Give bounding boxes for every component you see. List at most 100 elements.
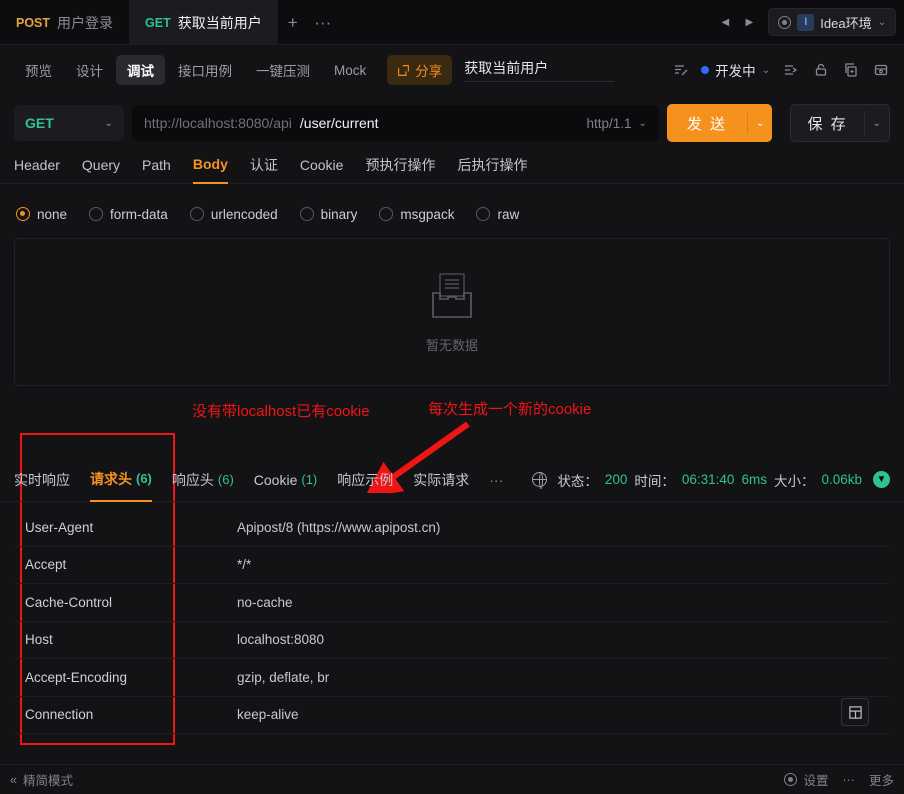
mode-tab-preview[interactable]: 预览 (14, 55, 63, 85)
mode-tab-stress[interactable]: 一键压测 (245, 55, 321, 85)
settings-button[interactable]: 设置 (784, 770, 828, 789)
url-path: /user/current (299, 115, 379, 131)
header-key: Cache-Control (25, 594, 113, 610)
apipost-window: POST 用户登录 GET 获取当前用户 + ··· ◀ ▶ I Idea环境 … (0, 0, 904, 794)
save-dropdown-caret-icon[interactable]: ⌄ (865, 118, 889, 129)
request-title[interactable]: 获取当前用户 (464, 58, 615, 82)
param-tab-body[interactable]: Body (192, 147, 228, 184)
send-button[interactable]: 发 送 ⌄ (666, 104, 773, 142)
send-dropdown-caret-icon[interactable]: ⌄ (748, 118, 772, 129)
param-tab-postscript[interactable]: 后执行操作 (457, 147, 527, 184)
share-button[interactable]: 分享 (387, 55, 453, 85)
radio-icon (16, 207, 30, 221)
response-tab-cookie-label: Cookie (253, 471, 298, 488)
response-meta: 状态： 200 时间： 06:31:40 6ms 大小： 0.06kb ▼ (531, 470, 890, 490)
http-method-value: GET (25, 115, 54, 131)
body-type-none[interactable]: none (16, 207, 67, 222)
duration-value: 6ms (741, 472, 767, 487)
save-label: 保 存 (807, 115, 848, 133)
chevron-down-icon: ⌄ (104, 117, 113, 129)
lock-icon[interactable] (811, 61, 830, 80)
response-tab-more-button[interactable]: ··· (489, 458, 503, 502)
param-tab-header[interactable]: Header (14, 147, 60, 184)
sort-lines-icon[interactable] (671, 61, 690, 80)
copy-add-icon[interactable] (841, 61, 860, 80)
response-tab-actual-request[interactable]: 实际请求 (413, 458, 469, 502)
url-input[interactable]: http://localhost:8080/api /user/current … (132, 105, 659, 141)
table-row[interactable]: Cache-Control no-cache (14, 584, 890, 622)
header-value: */* (237, 557, 252, 573)
http-method-select[interactable]: GET ⌄ (14, 105, 124, 141)
response-tab-realtime[interactable]: 实时响应 (14, 458, 70, 502)
radio-icon (476, 207, 491, 221)
status-bar-more-button[interactable]: ··· (842, 773, 855, 787)
response-tab-response-headers[interactable]: 响应头 (6) (172, 458, 234, 502)
param-tab-path[interactable]: Path (142, 147, 171, 184)
tab-prev-button[interactable]: ◀ (714, 9, 736, 35)
indent-icon[interactable] (781, 61, 800, 80)
body-type-form-data[interactable]: form-data (89, 207, 168, 222)
size-label: 大小： (773, 473, 815, 489)
mode-tab-debug[interactable]: 调试 (116, 55, 165, 85)
time-value: 06:31:40 (681, 472, 735, 487)
table-row[interactable]: Host localhost:8080 (14, 622, 890, 659)
archive-icon[interactable] (871, 61, 890, 80)
tab-more-button[interactable]: ··· (308, 0, 338, 45)
protocol-select[interactable]: http/1.1 ⌄ (586, 116, 646, 131)
param-tab-query[interactable]: Query (82, 147, 120, 184)
table-row[interactable]: Connection keep-alive (14, 697, 890, 734)
param-tab-auth[interactable]: 认证 (250, 147, 278, 184)
body-type-radio-group: none form-data urlencoded binary msgpack… (0, 198, 904, 230)
request-tab-1[interactable]: GET 获取当前用户 (129, 0, 278, 45)
gear-icon (784, 773, 798, 786)
share-icon (398, 64, 410, 76)
response-tab-cookie[interactable]: Cookie (1) (254, 458, 317, 502)
request-headers-table: User-Agent Apipost/8 (https://www.apipos… (14, 509, 890, 734)
request-status-label: 开发中 (715, 64, 756, 79)
save-button[interactable]: 保 存 ⌄ (790, 104, 890, 142)
mode-tab-mock[interactable]: Mock (323, 58, 377, 83)
body-type-urlencoded[interactable]: urlencoded (189, 207, 278, 222)
radio-icon (299, 207, 314, 221)
table-row[interactable]: User-Agent Apipost/8 (https://www.apipos… (14, 509, 890, 547)
radio-icon (189, 207, 204, 221)
header-key: Accept-Encoding (25, 669, 128, 685)
table-row[interactable]: Accept */* (14, 547, 890, 584)
request-tab-strip: POST 用户登录 GET 获取当前用户 + ··· ◀ ▶ I Idea环境 … (0, 0, 904, 45)
body-type-msgpack-label: msgpack (400, 206, 455, 222)
header-value: keep-alive (237, 707, 299, 723)
layout-grid-icon[interactable] (841, 698, 869, 726)
settings-label: 设置 (803, 774, 829, 788)
response-tab-request-headers[interactable]: 请求头 (6) (90, 458, 152, 502)
mode-tab-design[interactable]: 设计 (65, 55, 114, 85)
compact-mode-toggle[interactable]: « 精简模式 (10, 770, 73, 789)
status-bar-right-label[interactable]: 更多 (869, 770, 894, 789)
add-tab-button[interactable]: + (278, 0, 308, 45)
chevron-down-icon: ⌄ (638, 117, 647, 129)
body-type-binary[interactable]: binary (299, 207, 357, 222)
request-tab-1-title: 获取当前用户 (177, 14, 262, 31)
response-tab-response-headers-label: 响应头 (171, 471, 214, 488)
header-value: no-cache (237, 594, 293, 610)
mode-segment-group: 预览 设计 调试 接口用例 一键压测 Mock (14, 55, 377, 85)
param-tab-prescript[interactable]: 预执行操作 (365, 147, 435, 184)
download-icon[interactable]: ▼ (873, 471, 890, 488)
mode-tab-testcase[interactable]: 接口用例 (167, 55, 243, 85)
body-type-raw[interactable]: raw (476, 207, 519, 222)
header-key: Host (25, 632, 53, 648)
status-bar: « 精简模式 设置 ··· 更多 (0, 764, 904, 794)
body-type-msgpack[interactable]: msgpack (379, 207, 454, 222)
status-dot-icon (701, 66, 710, 74)
tab-next-button[interactable]: ▶ (738, 9, 760, 35)
radio-icon (89, 207, 104, 221)
tabstrip-right-controls: ◀ ▶ I Idea环境 ⌄ (714, 0, 904, 44)
environment-selector[interactable]: I Idea环境 ⌄ (768, 8, 896, 36)
body-empty-area: 暂无数据 (14, 238, 890, 386)
param-tab-cookie[interactable]: Cookie (300, 147, 344, 184)
request-tab-0[interactable]: POST 用户登录 (0, 0, 129, 45)
time-label: 时间： (634, 473, 675, 489)
response-tab-response-headers-count: (6) (217, 472, 234, 487)
request-status-chip[interactable]: 开发中 ⌄ (701, 60, 770, 80)
response-tab-example[interactable]: 响应示例 (337, 458, 393, 502)
table-row[interactable]: Accept-Encoding gzip, deflate, br (14, 659, 890, 697)
